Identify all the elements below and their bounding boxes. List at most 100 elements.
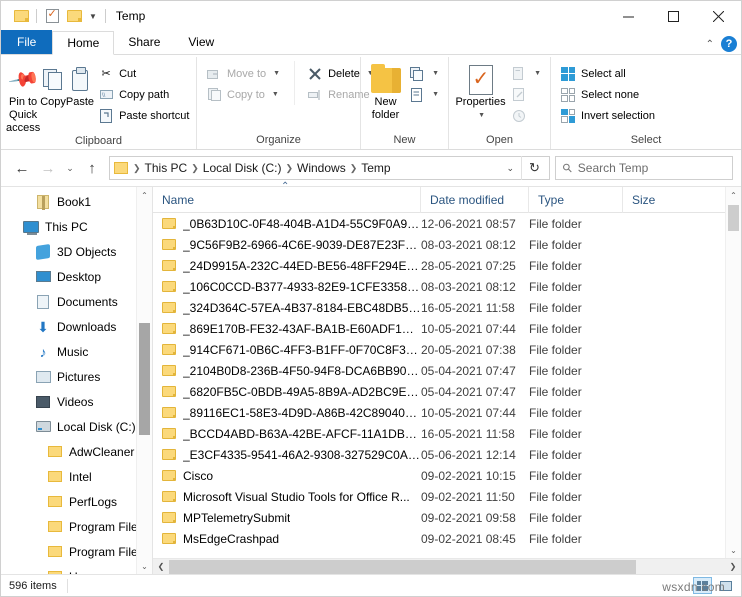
- large-icons-view-button[interactable]: [716, 577, 735, 594]
- tab-file[interactable]: File: [1, 30, 53, 54]
- edit-button[interactable]: [507, 84, 545, 105]
- cell-name[interactable]: MsEdgeCrashpad: [153, 532, 421, 546]
- sidebar-item-this-pc[interactable]: This PC: [1, 214, 152, 239]
- cell-name[interactable]: _2104B0D8-236B-4F50-94F8-DCA6BB9063...: [153, 364, 421, 378]
- copy-to-button[interactable]: Copy to ▼: [202, 84, 284, 105]
- tab-home[interactable]: Home: [52, 31, 115, 55]
- select-none-button[interactable]: Select none: [556, 84, 659, 105]
- recent-locations-chevron-down-icon[interactable]: ⌄: [61, 155, 79, 181]
- search-input[interactable]: ⚲ Search Temp: [555, 156, 733, 180]
- table-row[interactable]: _6820FB5C-0BDB-49A5-8B9A-AD2BC9E2... 05-0…: [153, 381, 741, 402]
- cell-name[interactable]: _0B63D10C-0F48-404B-A1D4-55C9F0A9A...: [153, 217, 421, 231]
- properties-button[interactable]: ✓ Properties ▼: [454, 61, 507, 122]
- properties-chevron-down-icon[interactable]: ▼: [478, 109, 485, 122]
- sidebar-item-program-files[interactable]: Program Files (: [1, 539, 152, 564]
- sidebar-item-local-disk-c[interactable]: Local Disk (C:): [1, 414, 152, 439]
- table-row[interactable]: _324D364C-57EA-4B37-8184-EBC48DB57... 16-…: [153, 297, 741, 318]
- breadcrumb-item-this-pc[interactable]: This PC: [142, 161, 191, 175]
- history-button[interactable]: [507, 105, 545, 126]
- table-row[interactable]: _2104B0D8-236B-4F50-94F8-DCA6BB9063... 05…: [153, 360, 741, 381]
- cell-name[interactable]: _24D9915A-232C-44ED-BE56-48FF294EC...: [153, 259, 421, 273]
- sidebar-item-perflogs[interactable]: PerfLogs: [1, 489, 152, 514]
- breadcrumb-separator-1[interactable]: ❯: [190, 163, 200, 174]
- easy-access-button[interactable]: ▼: [405, 84, 443, 105]
- nav-scroll-down-icon[interactable]: ⌄: [137, 558, 152, 574]
- sidebar-item-downloads[interactable]: ⬇ Downloads: [1, 314, 152, 339]
- breadcrumb-item-local-disk[interactable]: Local Disk (C:): [200, 161, 285, 175]
- chevron-up-icon[interactable]: ⌃: [706, 39, 714, 50]
- cell-name[interactable]: _9C56F9B2-6966-4C6E-9039-DE87E23F2A...: [153, 238, 421, 252]
- cell-name[interactable]: _E3CF4335-9541-46A2-9308-327529C0A3F2: [153, 448, 421, 462]
- table-row[interactable]: _BCCD4ABD-B63A-42BE-AFCF-11A1DBD... 16-05…: [153, 423, 741, 444]
- column-header-type[interactable]: Type: [529, 186, 623, 213]
- hscroll-left-icon[interactable]: ❮: [153, 559, 169, 575]
- sidebar-item-desktop[interactable]: Desktop: [1, 264, 152, 289]
- qat-new-folder-icon[interactable]: [63, 5, 85, 27]
- cell-name[interactable]: _914CF671-0B6C-4FF3-B1FF-0F70C8F3FD...: [153, 343, 421, 357]
- cell-name[interactable]: _324D364C-57EA-4B37-8184-EBC48DB57...: [153, 301, 421, 315]
- file-list-horizontal-scrollbar[interactable]: ❮ ❯: [153, 558, 741, 574]
- nav-scroll-thumb[interactable]: [139, 323, 150, 435]
- details-view-button[interactable]: [693, 577, 712, 594]
- copy-to-chevron-down-icon[interactable]: ▼: [272, 91, 279, 98]
- sidebar-item-documents[interactable]: Documents: [1, 289, 152, 314]
- sidebar-item-intel[interactable]: Intel: [1, 464, 152, 489]
- close-button[interactable]: [696, 1, 741, 31]
- open-chevron-down-icon[interactable]: ▼: [534, 70, 541, 77]
- column-header-date-modified[interactable]: Date modified: [421, 186, 529, 213]
- sidebar-item-book1[interactable]: Book1: [1, 189, 152, 214]
- breadcrumb[interactable]: ❯ This PC ❯ Local Disk (C:) ❯ Windows ❯ …: [109, 156, 550, 180]
- new-item-chevron-down-icon[interactable]: ▼: [432, 70, 439, 77]
- breadcrumb-separator-2[interactable]: ❯: [284, 163, 294, 174]
- forward-button[interactable]: →: [35, 155, 61, 181]
- cell-name[interactable]: _6820FB5C-0BDB-49A5-8B9A-AD2BC9E2...: [153, 385, 421, 399]
- table-row[interactable]: Microsoft Visual Studio Tools for Office…: [153, 486, 741, 507]
- sidebar-item-music[interactable]: ♪ Music: [1, 339, 152, 364]
- column-header-size[interactable]: Size: [623, 187, 741, 213]
- table-row[interactable]: Cisco 09-02-2021 10:15 File folder: [153, 465, 741, 486]
- file-scroll-up-icon[interactable]: ⌃: [726, 187, 741, 203]
- pin-to-quick-access-button[interactable]: 📌 Pin to Quick access: [6, 61, 40, 135]
- tab-share[interactable]: Share: [114, 30, 174, 54]
- cut-button[interactable]: ✂ Cut: [94, 63, 193, 84]
- maximize-button[interactable]: [651, 1, 696, 31]
- table-row[interactable]: _E3CF4335-9541-46A2-9308-327529C0A3F2 05-…: [153, 444, 741, 465]
- qat-folder-icon[interactable]: [10, 5, 32, 27]
- hscroll-right-icon[interactable]: ❯: [725, 559, 741, 575]
- table-row[interactable]: MsEdgeCrashpad 09-02-2021 08:45 File folde…: [153, 528, 741, 549]
- open-button[interactable]: ▼: [507, 63, 545, 84]
- table-row[interactable]: _869E170B-FE32-43AF-BA1B-E60ADF1BE3... 10…: [153, 318, 741, 339]
- copy-button[interactable]: Copy: [40, 61, 66, 109]
- breadcrumb-separator-3[interactable]: ❯: [349, 163, 359, 174]
- table-row[interactable]: _89116EC1-58E3-4D9D-A86B-42C8904062... 10…: [153, 402, 741, 423]
- cell-name[interactable]: _106C0CCD-B377-4933-82E9-1CFE33584E...: [153, 280, 421, 294]
- sidebar-item-pictures[interactable]: Pictures: [1, 364, 152, 389]
- new-item-button[interactable]: ▼: [405, 63, 443, 84]
- breadcrumb-item-windows[interactable]: Windows: [294, 161, 349, 175]
- file-scroll-down-icon[interactable]: ⌄: [726, 542, 741, 558]
- table-row[interactable]: _0B63D10C-0F48-404B-A1D4-55C9F0A9A... 12-…: [153, 213, 741, 234]
- sidebar-item-3d-objects[interactable]: 3D Objects: [1, 239, 152, 264]
- tab-view[interactable]: View: [174, 30, 228, 54]
- sidebar-item-videos[interactable]: Videos: [1, 389, 152, 414]
- file-list-vertical-scrollbar[interactable]: ⌃ ⌄: [725, 187, 741, 558]
- table-row[interactable]: _106C0CCD-B377-4933-82E9-1CFE33584E... 08…: [153, 276, 741, 297]
- select-all-button[interactable]: Select all: [556, 63, 659, 84]
- hscroll-thumb[interactable]: [169, 559, 637, 574]
- qat-properties-icon[interactable]: [41, 5, 63, 27]
- help-button[interactable]: ?: [721, 36, 737, 52]
- address-dropdown-chevron-down-icon[interactable]: ⌄: [499, 163, 521, 174]
- hscroll-track[interactable]: [169, 559, 725, 575]
- breadcrumb-item-temp[interactable]: Temp: [358, 161, 393, 175]
- nav-scroll-up-icon[interactable]: ⌃: [137, 187, 152, 203]
- qat-customize-chevron-down-icon[interactable]: ▼: [85, 12, 101, 21]
- file-scroll-thumb[interactable]: [728, 205, 739, 231]
- move-to-button[interactable]: Move to ▼: [202, 63, 284, 84]
- table-row[interactable]: _9C56F9B2-6966-4C6E-9039-DE87E23F2A... 08…: [153, 234, 741, 255]
- up-button[interactable]: ↑: [79, 155, 105, 181]
- cell-name[interactable]: Cisco: [153, 469, 421, 483]
- copy-path-button[interactable]: \\ Copy path: [94, 84, 193, 105]
- paste-button[interactable]: Paste: [66, 61, 94, 109]
- table-row[interactable]: _914CF671-0B6C-4FF3-B1FF-0F70C8F3FD... 20…: [153, 339, 741, 360]
- navigation-scrollbar[interactable]: ⌃ ⌄: [136, 187, 152, 574]
